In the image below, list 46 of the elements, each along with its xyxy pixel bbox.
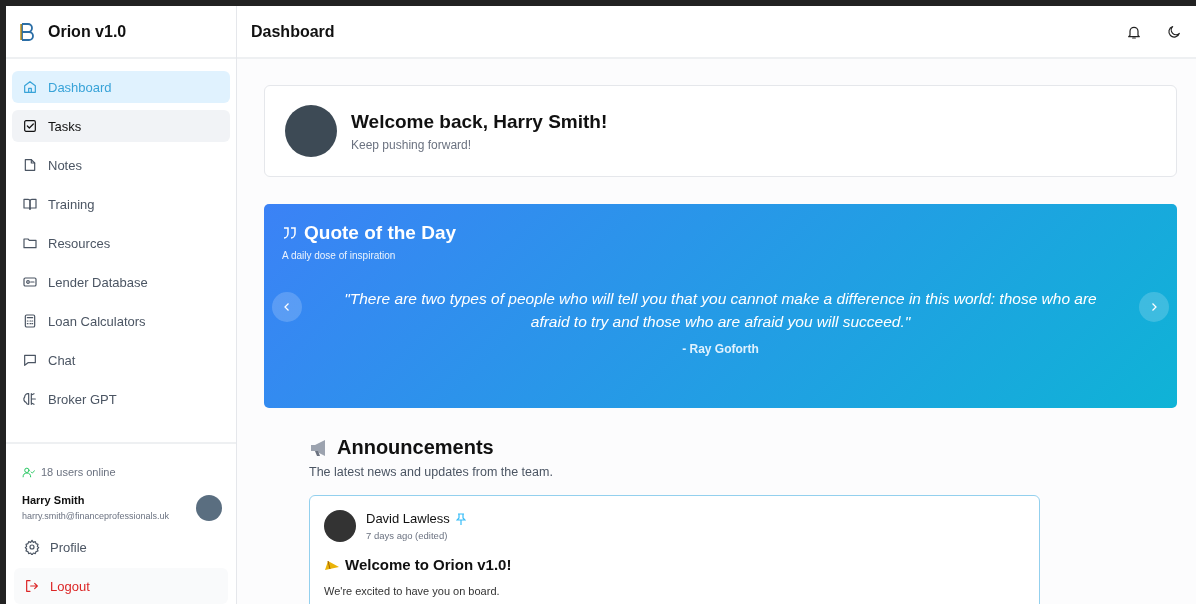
- quote-title: Quote of the Day: [304, 222, 456, 244]
- sidebar-item[interactable]: Training: [12, 188, 230, 220]
- avatar: [285, 105, 337, 157]
- avatar: [324, 510, 356, 542]
- welcome-title: Welcome back, Harry Smith!: [351, 110, 608, 133]
- quote-icon: [282, 226, 298, 240]
- checkbox-icon: [22, 118, 38, 134]
- announcements-subtitle: The latest news and updates from the team.: [309, 465, 554, 479]
- book-icon: [22, 196, 38, 212]
- user-email: harry.smith@financeprofessionals.uk: [22, 511, 170, 521]
- brain-icon: [22, 391, 38, 407]
- sidebar-item[interactable]: Chat: [12, 344, 230, 376]
- avatar: [196, 494, 222, 521]
- sidebar-item[interactable]: Tasks: [12, 110, 230, 142]
- quote-author: - Ray Goforth: [681, 342, 760, 356]
- party-horn-icon: [324, 558, 340, 571]
- home-icon: [22, 79, 38, 95]
- profile-link[interactable]: Profile: [14, 529, 228, 565]
- user-name: Harry Smith: [22, 494, 86, 506]
- app-name: Orion v1.0: [48, 22, 127, 41]
- post-title: Welcome to Orion v1.0!: [345, 556, 512, 573]
- sidebar-item[interactable]: Loan Calculators: [12, 305, 230, 337]
- welcome-subtitle: Keep pushing forward!: [351, 137, 473, 152]
- page-title: Dashboard: [251, 22, 335, 41]
- sidebar-item[interactable]: Resources: [12, 227, 230, 259]
- sidebar-item[interactable]: Broker GPT: [12, 383, 230, 415]
- logo-icon: [20, 21, 34, 42]
- chat-icon: [22, 352, 38, 368]
- announcements-title: Announcements: [337, 436, 494, 459]
- users-icon: [22, 465, 35, 479]
- sidebar-item[interactable]: Notes: [12, 149, 230, 181]
- post-body: We're excited to have you on board.: [324, 585, 501, 597]
- quote-text: "There are two types of people who will tell you that you cannot make a difference in this world: those who are afraid to try and those who are afraid you will succeed.": [343, 289, 1098, 332]
- card-icon: [22, 274, 38, 290]
- logout-link[interactable]: Logout: [14, 568, 228, 604]
- online-count: 18 users online: [41, 466, 116, 478]
- moon-icon[interactable]: [1166, 23, 1182, 40]
- quote-subtitle: A daily dose of inspiration: [282, 250, 397, 261]
- post-time: 7 days ago (edited): [366, 530, 449, 541]
- sidebar-item[interactable]: Lender Database: [12, 266, 230, 298]
- calculator-icon: [22, 313, 38, 329]
- folder-icon: [22, 235, 38, 251]
- logout-icon: [24, 578, 40, 594]
- file-icon: [22, 157, 38, 173]
- author-name: David Lawless: [366, 511, 450, 526]
- settings-icon: [24, 539, 40, 555]
